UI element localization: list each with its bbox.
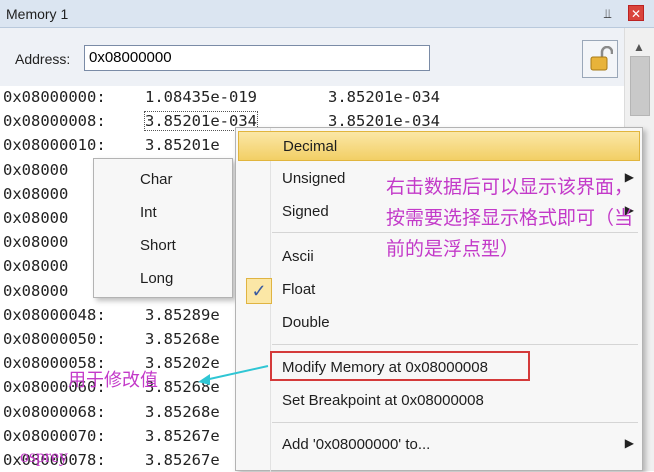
annotation-arrow-label: 用于修改值 xyxy=(68,370,158,390)
watermark: osprey xyxy=(20,446,68,466)
annotation-arrow xyxy=(198,365,269,385)
